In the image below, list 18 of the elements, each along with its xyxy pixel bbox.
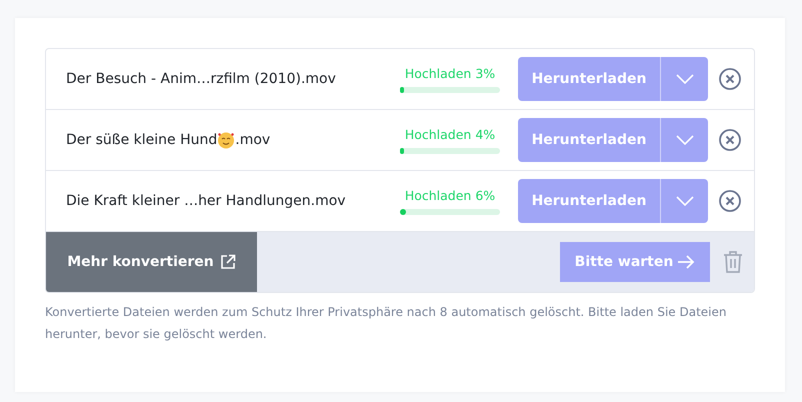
upload-status: Hochladen 3% [404,66,496,80]
close-icon[interactable] [718,67,742,91]
upload-status: Hochladen 4% [404,126,496,142]
external-link-icon [220,254,236,270]
file-name: Der süße kleine Hund [66,132,218,148]
upload-status: Hochladen 6% [404,188,496,202]
file-extension: .mov [235,132,270,148]
chevron-down-icon [676,74,694,84]
chevron-down-icon [676,196,694,206]
close-icon[interactable] [718,128,742,152]
arrow-right-icon [677,254,696,270]
file-name: Der Besuch - Anim…rzfilm (2010).mov [66,71,336,87]
close-icon[interactable] [718,189,742,213]
chevron-down-icon [676,135,694,145]
notice-text: Konvertierte Dateien werden zum Schutz Ihrer Privatsphäre nach 8 automatisch gelöscht. Bitte laden Sie Dateien herunter, bevor sie gelöscht werden. [45,304,728,343]
file-name: Die Kraft kleiner …her Handlungen.mov [66,193,346,209]
more-convert-button[interactable]: Mehr konvertieren [46,232,257,292]
trash-icon[interactable] [722,250,744,274]
